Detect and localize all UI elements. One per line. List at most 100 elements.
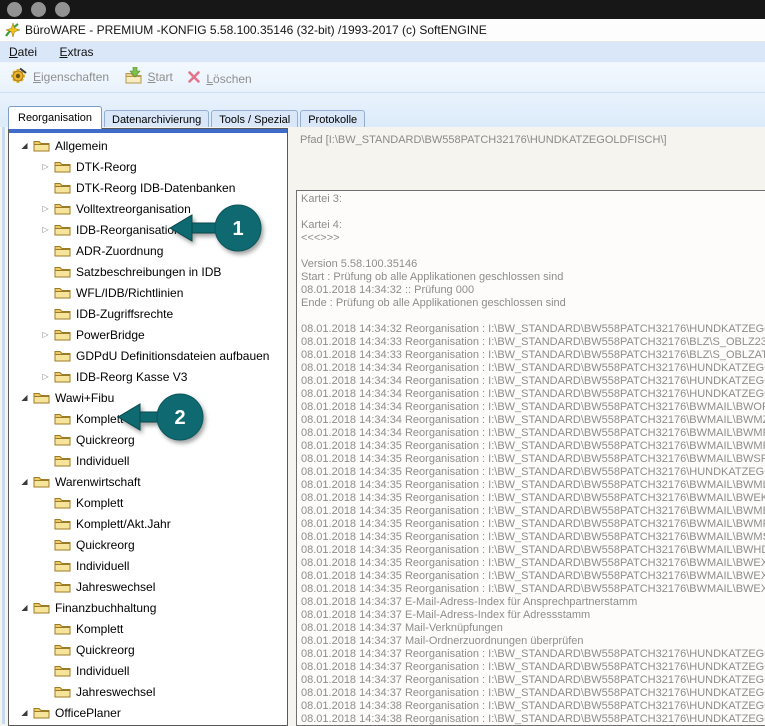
expand-expander-icon[interactable]: ▷ [40,372,51,382]
start-button[interactable]: Start [124,67,173,87]
collapse-expander-icon[interactable]: ◢ [19,708,30,718]
folder-icon [54,559,71,572]
tree-item-finanzbuchhaltung[interactable]: ◢Finanzbuchhaltung [9,597,287,618]
tree-item-allgemein[interactable]: ◢Allgemein [9,135,287,156]
folder-icon [54,517,71,530]
expand-expander-icon[interactable]: ▷ [40,204,51,214]
collapse-expander-icon[interactable]: ◢ [19,141,30,151]
log-line: <<<>>> [301,232,765,245]
log-line: 08.01.2018 14:34:35 Reorganisation : I:\… [301,505,765,518]
folder-icon [54,244,71,257]
tree-item-idb-zugriffsrechte[interactable]: IDB-Zugriffsrechte [9,303,287,324]
callout-2-arrow-badge: 2 [114,389,210,445]
tree-item-label: IDB-Reorg Kasse V3 [76,370,187,384]
tree-panel-top-strip [9,129,287,133]
log-line: 08.01.2018 14:34:37 Reorganisation : I:\… [301,687,765,700]
log-line: 08.01.2018 14:34:34 Reorganisation : I:\… [301,362,765,375]
log-line: 08.01.2018 14:34:35 Reorganisation : I:\… [301,531,765,544]
tree-item-dtk-reorg[interactable]: ▷ DTK-Reorg [9,156,287,177]
tree-item-label: Wawi+Fibu [55,391,114,405]
log-line: Version 5.58.100.35146 [301,258,765,271]
tree-item-komplett-akt-jahr[interactable]: Komplett/Akt.Jahr [9,513,287,534]
loeschen-label: Löschen [206,72,251,86]
callout-1-number: 1 [232,218,243,240]
tree-item-label: Quickreorg [76,643,135,657]
tree-item-gdpdu-definitionsdateien-aufbauen[interactable]: GDPdU Definitionsdateien aufbauen [9,345,287,366]
tree-item-quickreorg[interactable]: Quickreorg [9,639,287,660]
tree-item-warenwirtschaft[interactable]: ◢Warenwirtschaft [9,471,287,492]
tree-item-individuell[interactable]: Individuell [9,450,287,471]
expand-expander-icon[interactable]: ▷ [40,162,51,172]
log-line: 08.01.2018 14:34:32 Reorganisation : I:\… [301,323,765,336]
tree-item-individuell[interactable]: Individuell [9,555,287,576]
folder-icon [33,139,50,152]
folder-icon [54,370,71,383]
window-maximize-button[interactable] [55,2,70,17]
folder-icon [54,265,71,278]
tree-item-label: DTK-Reorg IDB-Datenbanken [76,181,235,195]
expand-expander-icon[interactable]: ▷ [40,225,51,235]
log-line: 08.01.2018 14:34:35 Reorganisation : I:\… [301,570,765,583]
eigenschaften-button[interactable]: Eigenschaften [10,67,109,87]
tree-item-label: Satzbeschreibungen in IDB [76,265,221,279]
tree-item-komplett[interactable]: Komplett [9,618,287,639]
tree-item-jahreswechsel[interactable]: Jahreswechsel [9,576,287,597]
tree-item-wfl-idb-richtlinien[interactable]: WFL/IDB/Richtlinien [9,282,287,303]
loeschen-button[interactable]: Löschen [187,70,251,87]
log-line: Ende : Prüfung ob alle Applikationen ges… [301,297,765,310]
log-line [301,206,765,219]
collapse-expander-icon[interactable]: ◢ [19,393,30,403]
tree-item-label: Komplett [76,622,123,636]
tree-item-idb-reorg-kasse-v3[interactable]: ▷ IDB-Reorg Kasse V3 [9,366,287,387]
tree-item-label: GDPdU Definitionsdateien aufbauen [76,349,269,363]
menu-extras[interactable]: Extras [50,42,102,59]
start-label: Start [148,70,173,84]
folder-icon [54,580,71,593]
log-line: 08.01.2018 14:34:37 Reorganisation : I:\… [301,674,765,687]
window-frame-edge [2,127,5,724]
window-minimize-button[interactable] [31,2,46,17]
log-line: Start : Prüfung ob alle Applikationen ge… [301,271,765,284]
tree-item-label: WFL/IDB/Richtlinien [76,286,183,300]
tree-item-komplett[interactable]: Komplett [9,492,287,513]
expand-expander-icon[interactable]: ▷ [40,330,51,340]
tree-item-individuell[interactable]: Individuell [9,660,287,681]
tree-item-powerbridge[interactable]: ▷PowerBridge [9,324,287,345]
tree-item-officeplaner[interactable]: ◢ OfficePlaner [9,702,287,723]
callout-1-arrow-badge: 1 [166,200,266,256]
menu-datei[interactable]: Datei [0,42,46,59]
log-line: 08.01.2018 14:34:35 Reorganisation : I:\… [301,440,765,453]
tab-reorganisation[interactable]: Reorganisation [8,106,102,129]
log-line: 08.01.2018 14:34:35 Reorganisation : I:\… [301,453,765,466]
tree-item-label: DTK-Reorg [76,160,137,174]
folder-icon [54,433,71,446]
tree-item-quickreorg[interactable]: Quickreorg [9,534,287,555]
log-line: 08.01.2018 14:34:37 Mail-Ordnerzuordnung… [301,635,765,648]
folder-icon [54,349,71,362]
toolbar: Eigenschaften Start Löschen [0,63,765,93]
window-close-button[interactable] [7,2,22,17]
log-line: 08.01.2018 14:34:37 E-Mail-Adress-Index … [301,609,765,622]
log-line: 08.01.2018 14:34:35 Reorganisation : I:\… [301,544,765,557]
tree-item-satzbeschreibungen-in-idb[interactable]: Satzbeschreibungen in IDB [9,261,287,282]
log-line: 08.01.2018 14:34:34 Reorganisation : I:\… [301,375,765,388]
folder-icon [33,601,50,614]
tree-item-label: ADR-Zuordnung [76,244,163,258]
log-line: 08.01.2018 14:34:38 Reorganisation : I:\… [301,713,765,726]
folder-icon [54,181,71,194]
tree-item-label: Individuell [76,559,129,573]
tree-item-label: OfficePlaner [55,706,121,720]
log-line: 08.01.2018 14:34:37 Reorganisation : I:\… [301,648,765,661]
log-line: Kartei 3: [301,193,765,206]
protocol-log-box[interactable]: Kartei 3:Kartei 4:<<<>>>Version 5.58.100… [296,190,765,726]
collapse-expander-icon[interactable]: ◢ [19,603,30,613]
folder-icon [54,664,71,677]
log-line: 08.01.2018 14:34:34 Reorganisation : I:\… [301,388,765,401]
log-line: 08.01.2018 14:34:35 Reorganisation : I:\… [301,583,765,596]
folder-icon [33,391,50,404]
folder-icon [54,328,71,341]
tree-item-jahreswechsel[interactable]: Jahreswechsel [9,681,287,702]
tree-item-label: Quickreorg [76,538,135,552]
collapse-expander-icon[interactable]: ◢ [19,477,30,487]
tree-item-dtk-reorg-idb-datenbanken[interactable]: DTK-Reorg IDB-Datenbanken [9,177,287,198]
